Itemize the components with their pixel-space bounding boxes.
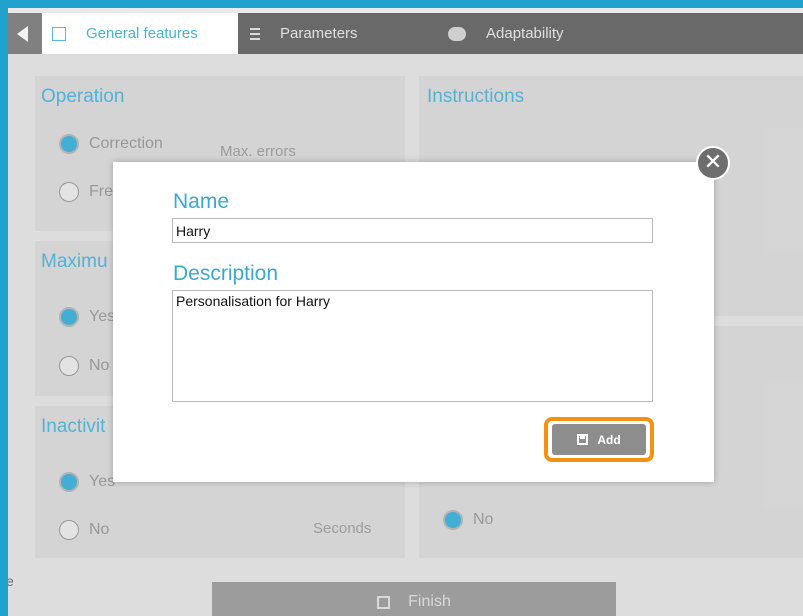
- name-label: Name: [173, 190, 230, 213]
- add-personalisation-dialog: Name Description Personalisation for Har…: [113, 162, 714, 482]
- app-window: General features Parameters Adaptability…: [8, 8, 803, 616]
- name-input[interactable]: [172, 218, 653, 243]
- add-label: Add: [597, 432, 621, 447]
- save-icon: [577, 434, 589, 445]
- add-button[interactable]: Add: [552, 424, 646, 455]
- description-textarea[interactable]: Personalisation for Harry: [172, 290, 653, 402]
- close-icon: ✕: [703, 150, 723, 175]
- add-button-highlight: Add: [544, 417, 654, 462]
- description-label: Description: [173, 262, 279, 285]
- close-dialog-button[interactable]: ✕: [696, 146, 730, 180]
